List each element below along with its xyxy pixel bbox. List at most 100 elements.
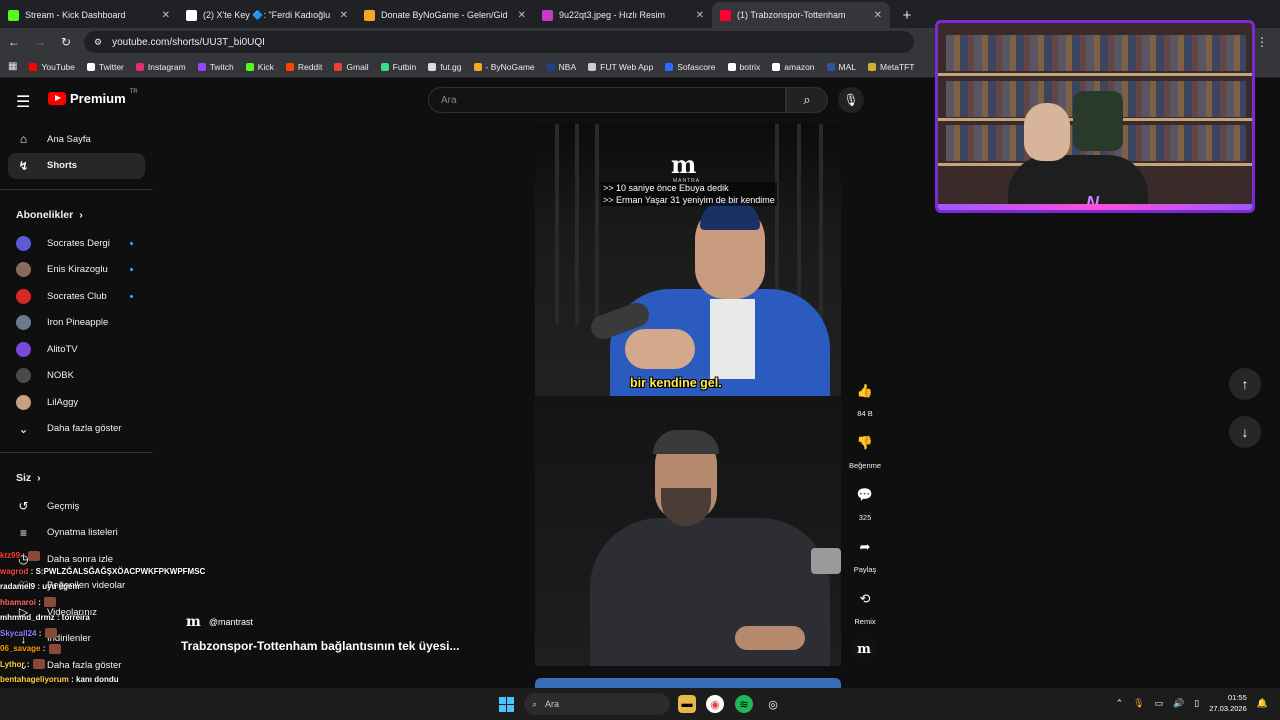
close-tab-icon[interactable]: ✕ — [874, 10, 882, 21]
close-tab-icon[interactable]: ✕ — [518, 10, 526, 21]
dislike-button[interactable]: 👎 Beğenme — [845, 430, 885, 482]
notifications-icon[interactable]: 🔔 — [1257, 698, 1268, 709]
show-more-subscriptions[interactable]: ⌄ Daha fazla göster — [0, 416, 153, 443]
sidebar-item-playlist[interactable]: ≡ Oynatma listeleri — [0, 520, 153, 547]
video-bottom-scene — [535, 396, 841, 666]
sidebar-subscription[interactable]: NOBK — [0, 363, 153, 390]
back-icon[interactable]: ← — [6, 35, 22, 49]
sidebar-subscription[interactable]: LilAggy — [0, 389, 153, 416]
bookmark-item[interactable]: NBA — [546, 62, 576, 72]
close-tab-icon[interactable]: ✕ — [696, 10, 704, 21]
taskbar-search[interactable]: ⌕ Ara — [524, 693, 670, 715]
forward-icon[interactable]: → — [32, 35, 48, 49]
bookmark-item[interactable]: FUT Web App — [588, 62, 653, 72]
you-header-label: Siz — [16, 472, 32, 484]
bookmark-item[interactable]: amazon — [772, 62, 815, 72]
sidebar-subscription[interactable]: Socrates Club — [0, 283, 153, 310]
browser-tab[interactable]: 9u22qt3.jpeg - Hızlı Resim ✕ — [534, 2, 712, 28]
sidebar-item-shorts[interactable]: ↯ Shorts — [8, 152, 145, 179]
site-info-icon[interactable]: ⚙ — [94, 37, 102, 48]
next-short-preview[interactable] — [535, 678, 841, 688]
spotify-icon[interactable]: ≋ — [735, 695, 753, 713]
file-explorer-icon[interactable]: ▬ — [678, 695, 696, 713]
bookmark-item[interactable]: Futbin — [380, 61, 417, 72]
share-button[interactable]: ➦ Paylaş — [845, 534, 885, 586]
bookmark-item[interactable]: Instagram — [135, 62, 186, 72]
sidebar-item-home[interactable]: ⌂ Ana Sayfa — [0, 126, 153, 153]
apps-icon[interactable]: ▦ — [8, 61, 17, 72]
like-button[interactable]: 👍 84 B — [845, 378, 885, 430]
mic-icon: 🎙 — [843, 93, 859, 107]
bookmark-label: Futbin — [392, 61, 417, 72]
bookmark-label: Twitch — [209, 61, 234, 72]
bookmark-item[interactable]: MAL — [826, 61, 857, 72]
browser-tab[interactable]: Donate ByNoGame - Gelen/Gid ✕ — [356, 2, 534, 28]
address-bar[interactable]: ⚙ youtube.com/shorts/UU3T_bi0UQI — [84, 31, 914, 53]
bookmark-favicon-icon — [285, 62, 294, 71]
bookmark-item[interactable]: Sofascore — [665, 62, 716, 72]
bookmark-item[interactable]: Kick — [245, 62, 274, 72]
sidebar-item-history[interactable]: ↺ Geçmiş — [0, 493, 153, 520]
sound-channel-avatar[interactable]: m — [853, 638, 875, 660]
bookmark-item[interactable]: Reddit — [285, 62, 322, 72]
sidebar-subscription[interactable]: Iron Pineapple — [0, 310, 153, 337]
bookmark-item[interactable]: fut.gg — [428, 62, 462, 72]
thumbs-down-icon: 👎 — [856, 435, 874, 450]
mic-tray-icon[interactable]: 🎙 — [1133, 698, 1144, 709]
sidebar-subscription[interactable]: Enis Kirazoglu — [0, 257, 153, 284]
arrow-up-icon: ↑ — [1241, 376, 1249, 392]
battery-icon[interactable]: ▯ — [1194, 698, 1199, 709]
next-short-button[interactable]: ↓ — [1229, 416, 1261, 448]
bookmark-item[interactable]: botrix — [727, 62, 760, 72]
close-tab-icon[interactable]: ✕ — [162, 10, 170, 21]
chat-separator: : — [24, 659, 32, 669]
reload-icon[interactable]: ↻ — [58, 35, 74, 49]
browser-tab[interactable]: (1) Trabzonspor-Tottenham ✕ — [712, 2, 890, 28]
sidebar-subscription[interactable]: Socrates Dergi — [0, 230, 153, 257]
bookmark-item[interactable]: MetaTFT — [868, 62, 915, 72]
comments-button[interactable]: 💬 325 — [845, 482, 885, 534]
browser-tab[interactable]: (2) X'te Key 🔷: "Ferdi Kadıoğlu ✕ — [178, 2, 356, 28]
bookmark-item[interactable]: YouTube — [29, 62, 75, 72]
you-header[interactable]: Siz › — [0, 463, 153, 493]
bookmark-item[interactable]: Twitch — [197, 61, 234, 72]
bookmark-item[interactable]: Gmail — [334, 62, 369, 72]
previous-short-button[interactable]: ↑ — [1229, 368, 1261, 400]
channel-avatar — [16, 394, 31, 410]
search-input[interactable]: Ara — [428, 87, 786, 113]
subscriptions-header[interactable]: Abonelikler › — [0, 200, 153, 230]
shorts-video-player[interactable]: m MANTRA >> 10 saniye önce Ebuya dedik >… — [535, 124, 841, 666]
bookmark-item[interactable]: Twitter — [86, 62, 124, 72]
chrome-icon[interactable]: ◉ — [706, 695, 724, 713]
chat-message: radamel9 : uyu egem — [0, 579, 300, 595]
bookmark-item[interactable]: - ByNoGame — [473, 62, 535, 72]
bookmark-label: MAL — [838, 61, 857, 72]
volume-icon[interactable]: 🔊 — [1173, 698, 1184, 709]
new-tab-button[interactable]: + — [896, 4, 918, 26]
new-content-dot — [130, 268, 133, 272]
bookmark-favicon-icon — [334, 62, 343, 71]
bookmark-favicon-icon — [665, 62, 674, 71]
hamburger-menu-icon[interactable]: ☰ — [16, 92, 30, 112]
search-button[interactable]: ⌕ — [786, 87, 828, 113]
clock[interactable]: 01:55 27.03.2026 — [1209, 692, 1247, 714]
voice-search-button[interactable]: 🎙 — [838, 87, 864, 113]
network-icon[interactable]: ▭ — [1155, 698, 1164, 709]
chat-message: Skycall24 : — [0, 626, 300, 642]
bookmark-favicon-icon — [546, 62, 555, 71]
bookmark-favicon-icon — [135, 62, 144, 71]
bookmark-favicon-icon — [428, 62, 437, 71]
thumbs-up-icon: 👍 — [856, 383, 874, 398]
menu-icon[interactable]: ⋮ — [1254, 35, 1270, 49]
chevron-up-icon[interactable]: ⌃ — [1116, 698, 1124, 709]
close-tab-icon[interactable]: ✕ — [340, 10, 348, 21]
sidebar-subscription[interactable]: AlitoTV — [0, 336, 153, 363]
emote-icon — [48, 643, 61, 654]
obs-icon[interactable]: ◎ — [764, 695, 782, 713]
chat-username: ktz99 — [0, 551, 21, 560]
youtube-logo[interactable]: Premium TR — [48, 89, 138, 106]
windows-start-icon[interactable] — [499, 697, 514, 712]
browser-tab[interactable]: Stream - Kick Dashboard ✕ — [0, 2, 178, 28]
remix-button[interactable]: ⟲ Remix — [845, 586, 885, 638]
sidebar-item-label: Geçmiş — [47, 500, 80, 512]
